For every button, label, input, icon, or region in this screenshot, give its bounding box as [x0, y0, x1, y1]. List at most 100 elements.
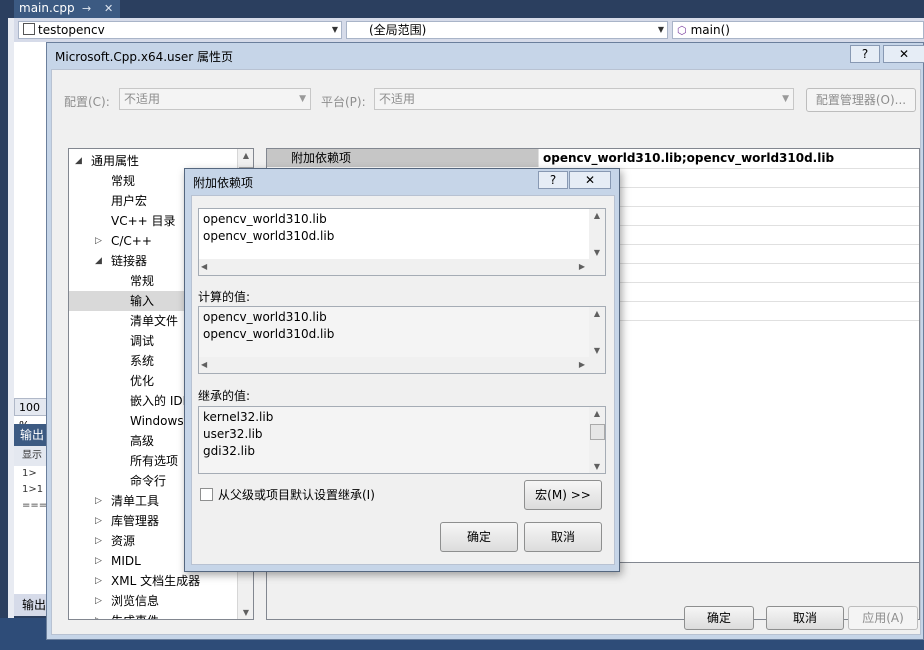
help-icon: ?: [549, 173, 557, 187]
output-panel-title: 输出: [14, 424, 48, 446]
chevron-down-icon: ▼: [331, 25, 338, 34]
tree-item-label: 链接器: [111, 254, 148, 268]
member-combo[interactable]: ⬡ main(): [672, 21, 924, 39]
computed-line: opencv_world310.lib: [203, 310, 327, 324]
close-tab-icon[interactable]: ✕: [104, 0, 113, 17]
output-line: 1>1: [22, 484, 44, 495]
cancel-button[interactable]: 取消: [766, 606, 844, 630]
computed-line: opencv_world310d.lib: [203, 327, 335, 341]
expand-arrow-icon[interactable]: ▷: [95, 231, 102, 251]
platform-label: 平台(P):: [321, 95, 366, 109]
tree-item-label: MIDL: [111, 554, 141, 568]
chevron-down-icon: ▼: [299, 94, 306, 104]
scroll-right-icon[interactable]: ▶: [579, 360, 585, 369]
inherited-line: gdi32.lib: [203, 444, 255, 458]
expand-arrow-icon[interactable]: ▷: [95, 571, 102, 591]
close-button[interactable]: ✕: [883, 45, 924, 63]
tree-item-label: 嵌入的 IDL: [130, 394, 190, 408]
computed-values-label: 计算的值:: [198, 290, 251, 304]
scroll-down-icon[interactable]: ▼: [589, 248, 605, 257]
tree-item[interactable]: ▷ 生成事件: [69, 611, 237, 619]
property-value[interactable]: opencv_world310.lib;opencv_world310d.lib: [541, 149, 919, 167]
tree-item-label: 浏览信息: [111, 594, 160, 608]
vertical-scrollbar[interactable]: ▲ ▼: [589, 209, 605, 259]
ide-tab-bar: [0, 0, 924, 18]
horizontal-scrollbar[interactable]: ◀ ▶: [199, 259, 605, 275]
tree-item-label: 系统: [130, 354, 155, 368]
scroll-up-icon[interactable]: ▲: [589, 211, 605, 220]
ok-button[interactable]: 确定: [684, 606, 754, 630]
horizontal-scrollbar[interactable]: ◀ ▶: [199, 357, 605, 373]
scroll-left-icon[interactable]: ◀: [201, 360, 207, 369]
tree-item-label: 资源: [111, 534, 136, 548]
scroll-right-icon[interactable]: ▶: [579, 262, 585, 271]
collapse-arrow-icon[interactable]: ◢: [75, 151, 82, 171]
tree-item-label: 用户宏: [111, 194, 148, 208]
help-icon: ?: [861, 47, 869, 61]
vertical-scrollbar[interactable]: ▲ ▼: [589, 307, 605, 357]
tree-item-label: 输入: [130, 294, 155, 308]
scope-combo-value: (全局范围): [369, 23, 427, 37]
config-manager-button[interactable]: 配置管理器(O)...: [806, 88, 916, 112]
scroll-thumb[interactable]: [590, 424, 605, 440]
expand-arrow-icon[interactable]: ▷: [95, 591, 102, 611]
expand-arrow-icon[interactable]: ▷: [95, 511, 102, 531]
macro-button[interactable]: 宏(M) >>: [524, 480, 602, 510]
platform-combo[interactable]: 不适用 ▼: [374, 88, 794, 110]
property-row[interactable]: 附加依赖项 opencv_world310.lib;opencv_world310…: [267, 149, 919, 169]
inherit-checkbox[interactable]: [200, 488, 213, 501]
zoom-level[interactable]: 100 %: [14, 398, 48, 432]
member-icon: ⬡: [677, 24, 687, 37]
help-button[interactable]: ?: [850, 45, 880, 63]
scope-combo[interactable]: (全局范围) ▼: [346, 21, 668, 39]
additional-dependencies-title: 附加依赖项: [193, 176, 254, 190]
collapse-arrow-icon[interactable]: ◢: [95, 251, 102, 271]
help-button[interactable]: ?: [538, 171, 568, 189]
close-icon: ✕: [584, 173, 596, 187]
additional-dependencies-body: opencv_world310.lib opencv_world310d.lib…: [191, 195, 615, 565]
expand-arrow-icon[interactable]: ▷: [95, 551, 102, 571]
editor-area[interactable]: [14, 42, 48, 442]
close-button[interactable]: ✕: [569, 171, 611, 189]
output-line: 1>: [22, 468, 37, 479]
ok-button[interactable]: 确定: [440, 522, 518, 552]
tree-item-label: XML 文档生成器: [111, 574, 201, 588]
config-combo[interactable]: 不适用 ▼: [119, 88, 311, 110]
project-combo[interactable]: testopencv ▼: [18, 21, 342, 39]
vertical-scrollbar[interactable]: ▲ ▼: [589, 407, 605, 473]
editor-tab-main-cpp[interactable]: main.cpp → ✕: [14, 0, 120, 18]
edit-line: opencv_world310.lib: [203, 212, 327, 226]
scroll-down-icon[interactable]: ▼: [238, 608, 253, 617]
expand-arrow-icon[interactable]: ▷: [95, 531, 102, 551]
additional-dependencies-dialog: 附加依赖项 ? ✕ opencv_world310.lib opencv_wor…: [184, 168, 620, 572]
expand-arrow-icon[interactable]: ▷: [95, 491, 102, 511]
pin-icon[interactable]: →: [82, 0, 91, 17]
property-pages-title: Microsoft.Cpp.x64.user 属性页: [55, 50, 234, 64]
scroll-up-icon[interactable]: ▲: [589, 309, 605, 318]
cancel-button[interactable]: 取消: [524, 522, 602, 552]
expand-arrow-icon[interactable]: ▷: [95, 611, 102, 619]
scroll-up-icon[interactable]: ▲: [238, 151, 253, 160]
tree-item-label: C/C++: [111, 234, 152, 248]
tree-item[interactable]: ▷ XML 文档生成器: [69, 571, 237, 591]
tree-item-label: 高级: [130, 434, 155, 448]
tree-item-label: 优化: [130, 374, 155, 388]
tree-item-label: 命令行: [130, 474, 167, 488]
scroll-down-icon[interactable]: ▼: [589, 462, 605, 471]
tree-item-label: 清单工具: [111, 494, 160, 508]
property-name: 附加依赖项: [267, 149, 539, 167]
scroll-down-icon[interactable]: ▼: [589, 346, 605, 355]
apply-button[interactable]: 应用(A): [848, 606, 918, 630]
inherit-checkbox-label[interactable]: 从父级或项目默认设置继承(I): [218, 486, 375, 503]
inherited-values-box: kernel32.lib user32.lib gdi32.lib ▲ ▼: [198, 406, 606, 474]
scroll-up-icon[interactable]: ▲: [589, 409, 605, 418]
output-bottom-tab[interactable]: 输出: [14, 594, 48, 616]
tree-item-label: 清单文件: [130, 314, 179, 328]
tree-item[interactable]: ▷ 浏览信息: [69, 591, 237, 611]
tree-item-label: 通用属性: [91, 154, 140, 168]
scroll-left-icon[interactable]: ◀: [201, 262, 207, 271]
inherited-values-label: 继承的值:: [198, 389, 251, 403]
dependencies-edit-box[interactable]: opencv_world310.lib opencv_world310d.lib…: [198, 208, 606, 276]
inherited-line: user32.lib: [203, 427, 263, 441]
tree-item-label: 常规: [111, 174, 136, 188]
